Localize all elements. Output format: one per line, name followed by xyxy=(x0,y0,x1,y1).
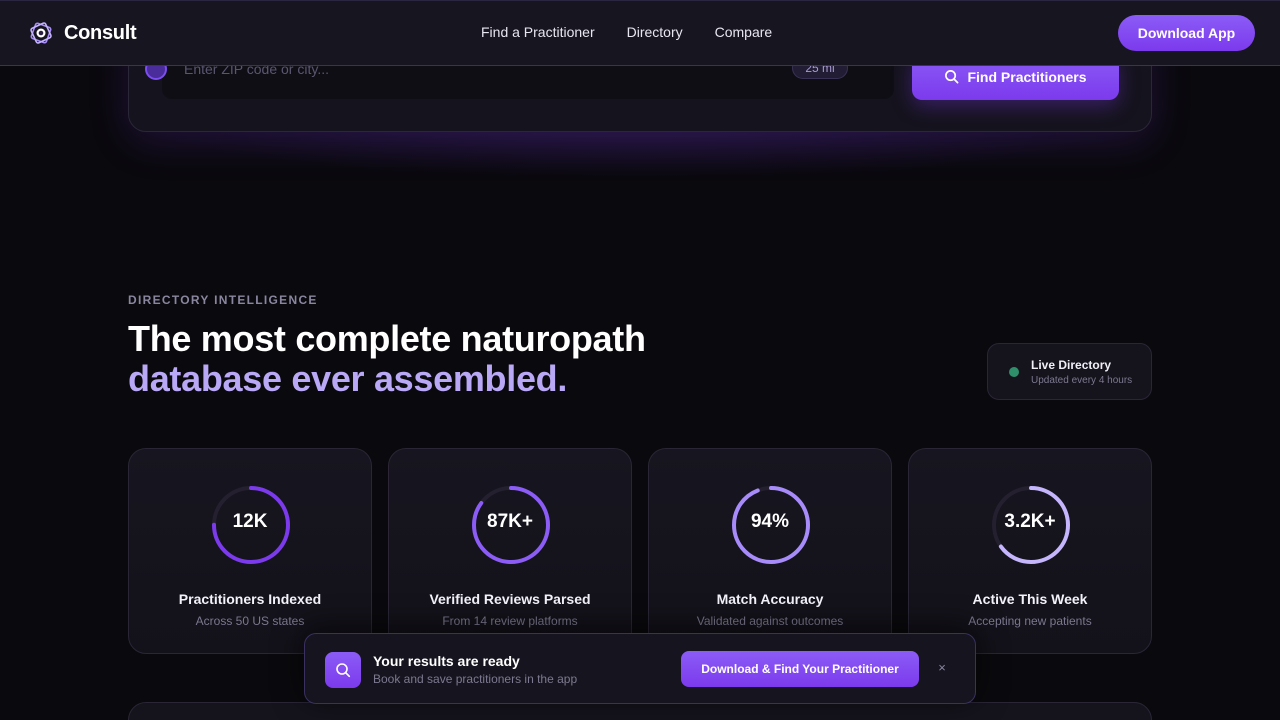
brand[interactable]: Consult xyxy=(28,20,137,46)
nav-link-compare[interactable]: Compare xyxy=(715,24,773,40)
toast-subtitle: Book and save practitioners in the app xyxy=(373,672,578,686)
search-icon xyxy=(945,70,959,84)
nav-link-find-practitioner[interactable]: Find a Practitioner xyxy=(481,24,595,40)
stat-card-reviews: 87K+ Verified Reviews Parsed From 14 rev… xyxy=(388,448,632,654)
results-toast: Your results are ready Book and save pra… xyxy=(304,633,976,704)
stat-card-active: 3.2K+ Active This Week Accepting new pat… xyxy=(908,448,1152,654)
stat-sub: From 14 review platforms xyxy=(442,614,578,628)
live-directory-title: Live Directory xyxy=(1031,358,1112,372)
stat-card-accuracy: 94% Match Accuracy Validated against out… xyxy=(648,448,892,654)
consult-logo-icon xyxy=(30,22,52,44)
find-practitioners-label: Find Practitioners xyxy=(967,68,1087,85)
nav-link-directory[interactable]: Directory xyxy=(627,24,683,40)
stat-label: Verified Reviews Parsed xyxy=(429,591,591,607)
nav-links: Find a Practitioner Directory Compare xyxy=(481,24,772,40)
next-section-card xyxy=(128,702,1152,720)
live-status-dot xyxy=(1009,367,1019,377)
stat-label: Practitioners Indexed xyxy=(178,591,322,607)
top-nav: Consult Find a Practitioner Directory Co… xyxy=(0,0,1280,66)
download-app-button[interactable]: Download App xyxy=(1118,15,1255,51)
stat-card-practitioners: 12K Practitioners Indexed Across 50 US s… xyxy=(128,448,372,654)
search-icon xyxy=(336,663,351,678)
headline-line-1: The most complete naturopath xyxy=(128,318,646,359)
stat-label: Active This Week xyxy=(972,591,1088,607)
toast-search-icon xyxy=(325,652,361,688)
live-directory-badge: Live Directory Updated every 4 hours xyxy=(987,343,1152,400)
section-headline: The most complete naturopath database ev… xyxy=(128,319,646,399)
section-eyebrow: DIRECTORY INTELLIGENCE xyxy=(128,293,318,307)
toast-title: Your results are ready xyxy=(373,653,520,669)
stat-sub: Validated against outcomes xyxy=(696,614,844,628)
download-find-practitioner-button[interactable]: Download & Find Your Practitioner xyxy=(681,651,919,687)
stat-value: 94% xyxy=(750,511,790,532)
stat-value: 87K+ xyxy=(487,511,533,532)
close-icon[interactable]: × xyxy=(934,660,950,676)
stat-sub: Across 50 US states xyxy=(195,614,305,628)
stat-sub: Accepting new patients xyxy=(968,614,1092,628)
stat-value: 3.2K+ xyxy=(1004,511,1056,532)
headline-line-2: database ever assembled. xyxy=(128,358,568,399)
stat-label: Match Accuracy xyxy=(716,591,824,607)
live-directory-subtitle: Updated every 4 hours xyxy=(1031,375,1133,386)
brand-name: Consult xyxy=(64,21,137,44)
stat-value: 12K xyxy=(232,511,268,532)
